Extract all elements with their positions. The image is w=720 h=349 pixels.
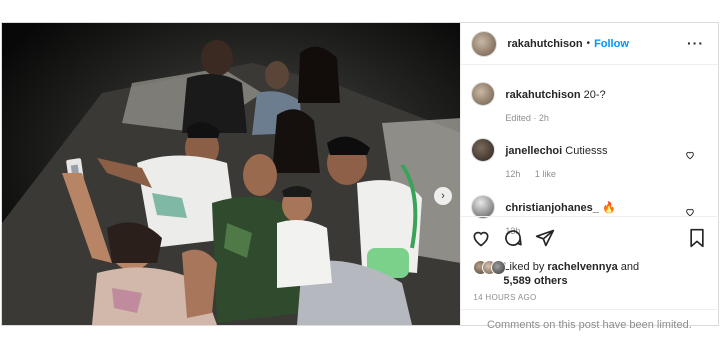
caption-username[interactable]: rakahutchison [505, 89, 580, 101]
group-photo-illustration [2, 23, 461, 325]
follow-button[interactable]: Follow [594, 38, 629, 50]
caption-meta: Edited · 2h [505, 113, 549, 123]
post-timestamp[interactable]: 14 HOURS AGO [473, 293, 536, 302]
next-photo-button[interactable]: › [434, 187, 452, 205]
author-username[interactable]: rakahutchison [507, 38, 582, 50]
comment-icon[interactable] [503, 228, 523, 248]
liked-by-user[interactable]: rachelvennya [547, 261, 617, 273]
comment-heart-icon[interactable] [685, 150, 695, 163]
comment-text: Cutiesss [565, 145, 608, 157]
liked-by-and: and [620, 261, 640, 273]
comment-item: janellechoi Cutiesss 12h 1 like [471, 138, 707, 181]
chevron-right-icon: › [441, 190, 445, 202]
caption: rakahutchison 20-? Edited · 2h [471, 82, 606, 125]
bookmark-icon[interactable] [688, 228, 706, 251]
liker-avatars[interactable] [473, 260, 517, 276]
post-header: rakahutchison • Follow ··· [461, 23, 718, 65]
share-icon[interactable] [535, 228, 555, 248]
heart-icon[interactable] [471, 228, 491, 248]
post-sidebar: rakahutchison • Follow ··· rakahutchison… [460, 23, 718, 331]
comment-text: 🔥 [601, 202, 616, 214]
actions-divider [461, 216, 718, 217]
comment-username[interactable]: janellechoi [505, 145, 562, 157]
liker-avatar [491, 260, 507, 275]
commenter-avatar[interactable] [471, 138, 496, 162]
caption-avatar[interactable] [471, 82, 496, 106]
comment-heart-icon[interactable] [685, 207, 695, 220]
action-bar [471, 228, 555, 248]
header-separator: • [586, 38, 591, 49]
caption-text: 20-? [583, 89, 606, 101]
post-photo[interactable]: › [2, 23, 461, 325]
likes-count[interactable]: 5,589 others [503, 275, 567, 287]
comment-time: 12h [505, 169, 521, 179]
post-modal: › rakahutchison • Follow ··· rakahutchis… [1, 22, 719, 331]
comment-likes[interactable]: 1 like [535, 169, 556, 179]
author-avatar[interactable] [471, 30, 498, 57]
comments-limited-notice: Comments on this post have been limited. [486, 319, 692, 331]
likes-summary: Liked by rachelvennya and 5,589 others [473, 260, 639, 288]
comments-list: rakahutchison 20-? Edited · 2h janellech… [461, 65, 717, 236]
more-options-icon[interactable]: ··· [687, 35, 704, 51]
comment-username[interactable]: christianjohanes_ [505, 202, 599, 214]
